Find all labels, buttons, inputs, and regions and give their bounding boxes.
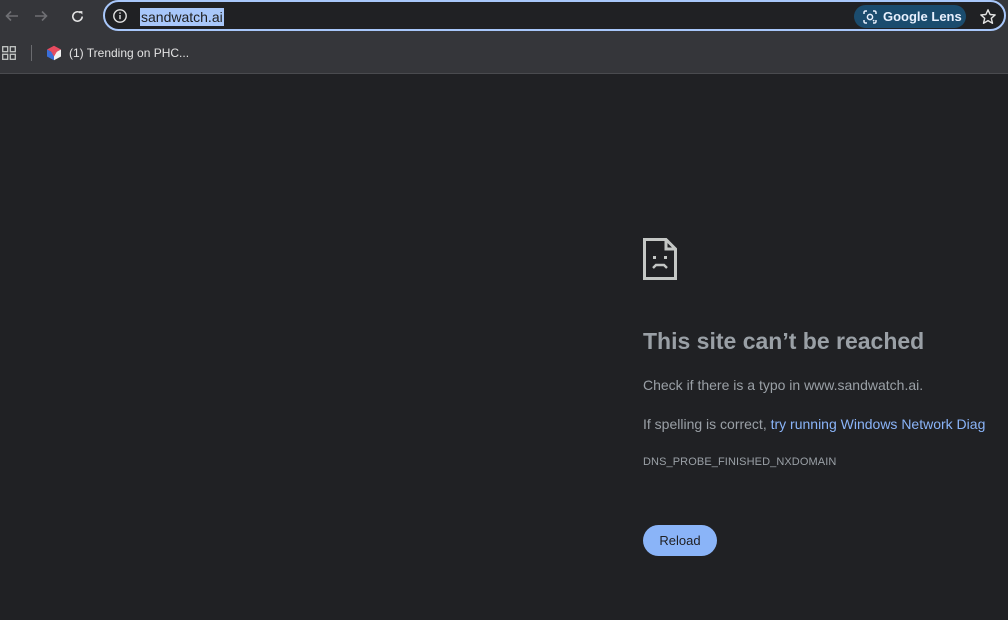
google-lens-button[interactable]: Google Lens <box>854 5 966 28</box>
reload-page-button[interactable] <box>65 5 89 27</box>
address-bar[interactable]: sandwatch.ai Google Lens <box>103 0 1006 31</box>
phc-favicon-icon <box>47 45 61 61</box>
sad-page-icon <box>643 238 677 280</box>
arrow-right-icon <box>35 10 48 22</box>
bookmarks-separator <box>31 45 32 61</box>
arrow-left-icon <box>5 10 18 22</box>
browser-toolbar: sandwatch.ai Google Lens <box>0 0 1008 33</box>
bookmark-label: (1) Trending on PHC... <box>69 46 190 60</box>
typo-hint: Check if there is a typo in www.sandwatc… <box>643 377 924 393</box>
reload-icon <box>71 10 83 22</box>
url-text[interactable]: sandwatch.ai <box>140 8 224 26</box>
bookmark-trending-phc[interactable]: (1) Trending on PHC... <box>40 39 195 67</box>
network-diagnostics-link[interactable]: try running Windows Network Diag <box>771 416 986 432</box>
diagnostics-hint-prefix: If spelling is correct, <box>643 416 771 432</box>
diagnostics-hint: If spelling is correct, try running Wind… <box>643 416 985 432</box>
forward-button[interactable] <box>29 5 53 27</box>
star-icon[interactable] <box>979 8 997 26</box>
apps-grid-icon[interactable] <box>2 46 16 60</box>
info-icon[interactable] <box>112 8 128 24</box>
error-code: DNS_PROBE_FINISHED_NXDOMAIN <box>643 456 837 468</box>
reload-button[interactable]: Reload <box>643 525 717 556</box>
google-lens-label: Google Lens <box>883 9 962 24</box>
google-lens-icon <box>863 9 877 24</box>
error-title: This site can’t be reached <box>643 328 925 354</box>
bookmarks-bar: (1) Trending on PHC... <box>0 33 1008 74</box>
back-button[interactable] <box>0 5 24 27</box>
error-page: This site can’t be reached Check if ther… <box>643 238 1008 556</box>
